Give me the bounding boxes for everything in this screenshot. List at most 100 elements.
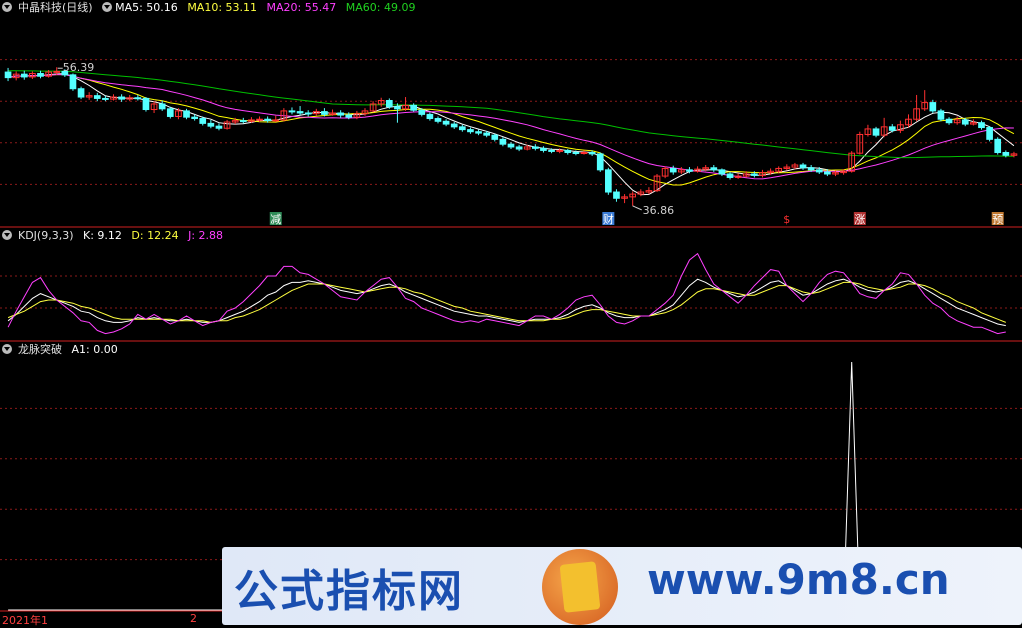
candle-body — [215, 125, 223, 129]
ma20-readout: MA20: 55.47 — [266, 1, 337, 14]
candle-body — [394, 106, 401, 110]
candle-body — [669, 167, 677, 173]
candle-body — [580, 152, 588, 155]
candle-body — [418, 109, 426, 115]
watermark-logo — [542, 549, 618, 625]
candle-body — [442, 120, 450, 125]
candle-body — [458, 126, 466, 131]
ma10-readout: MA10: 53.11 — [187, 1, 258, 14]
candle-body — [556, 149, 564, 152]
candle-body — [937, 110, 945, 120]
candle-body — [207, 122, 215, 127]
candle-body — [1002, 152, 1010, 156]
candle-body — [134, 97, 142, 100]
candle-body — [199, 118, 207, 124]
candle-body — [304, 112, 312, 115]
candle-body — [93, 95, 101, 99]
candle-body — [337, 112, 344, 116]
candle-body — [548, 149, 555, 152]
lm-menu-icon[interactable] — [2, 344, 12, 354]
low-price-label: 36.86 — [643, 204, 675, 217]
candle-body — [540, 147, 547, 151]
candle-body — [239, 120, 247, 123]
candle-body — [426, 113, 434, 120]
candle-body — [718, 169, 726, 175]
indicator-menu-icon[interactable] — [102, 2, 113, 12]
candle-body — [450, 123, 458, 128]
candle-body — [945, 118, 953, 124]
lm-title: 龙脉突破 — [18, 343, 62, 356]
lm-a1-readout: A1: 0.00 — [71, 343, 118, 356]
kdj-k-readout: K: 9.12 — [83, 229, 122, 242]
main-panel-header: 中晶科技(日线) MA5: 50.16 MA10: 53.11 MA20: 55… — [2, 0, 421, 16]
candle-body — [929, 102, 937, 112]
candle-body — [166, 108, 174, 117]
date-label-1: 2021年1 — [2, 614, 48, 627]
ma60-readout: MA60: 49.09 — [345, 1, 416, 14]
candle-body — [118, 96, 125, 100]
kdj-d-readout: D: 12.24 — [131, 229, 179, 242]
watermark-url: www.9m8.cn — [647, 555, 950, 604]
candle-body — [686, 169, 693, 172]
ma5-readout: MA5: 50.16 — [115, 1, 178, 14]
kdj-j-readout: J: 2.88 — [188, 229, 224, 242]
watermark-cn: 公式指标网 — [234, 566, 464, 617]
candle-body — [605, 169, 612, 193]
candle-body — [507, 143, 515, 148]
kdj-panel-header: KDJ(9,3,3) K: 9.12 D: 12.24 J: 2.88 — [2, 228, 229, 244]
event-marker-label: 减 — [270, 213, 281, 226]
candle-body — [888, 126, 896, 131]
candle-body — [475, 131, 482, 134]
candle-body — [345, 114, 353, 118]
candle-body — [191, 116, 198, 120]
candle-body — [434, 118, 442, 122]
candle-body — [256, 118, 263, 121]
candle-body — [961, 119, 969, 125]
date-label-2: 2 — [190, 612, 197, 625]
candle-body — [824, 171, 831, 175]
candle-body — [296, 111, 304, 114]
candle-body — [321, 111, 328, 115]
candle-body — [77, 88, 85, 98]
candle-body — [564, 149, 572, 154]
event-marker-label: 涨 — [854, 213, 865, 226]
panel-menu-icon[interactable] — [2, 2, 12, 12]
low-price-pointer — [632, 205, 642, 211]
candle-body — [710, 167, 718, 171]
candle-body — [264, 118, 271, 122]
candle-body — [53, 70, 61, 73]
kdj-menu-icon[interactable] — [2, 230, 12, 240]
candle-body — [183, 110, 190, 118]
high-price-label: 56.39 — [63, 61, 94, 74]
candle-body — [491, 134, 499, 140]
lm-panel-header: 龙脉突破 A1: 0.00 — [2, 342, 124, 358]
candle-body — [499, 138, 507, 145]
stock-chart[interactable]: 56.39 36.86 减 财 $ 涨 预 — [0, 0, 1022, 627]
candle-body — [515, 146, 523, 150]
candle-body — [588, 152, 596, 155]
kdj-title: KDJ(9,3,3) — [18, 229, 74, 242]
candle-body — [807, 167, 815, 171]
candle-body — [69, 74, 77, 90]
candle-body — [751, 173, 758, 176]
candle-body — [37, 72, 44, 77]
candle-body — [572, 152, 580, 155]
watermark-banner: 公式指标网 www.9m8.cn — [222, 547, 1022, 625]
candle-body — [994, 138, 1002, 154]
candle-body — [467, 129, 474, 133]
candle-body — [531, 146, 539, 149]
candle-body — [872, 128, 880, 136]
candle-body — [158, 103, 166, 110]
candle-body — [142, 97, 150, 111]
candle-body — [726, 173, 734, 178]
candle-body — [815, 169, 823, 173]
candle-body — [978, 122, 985, 129]
candle-body — [410, 104, 417, 111]
candle-body — [288, 110, 296, 113]
candle-body — [596, 153, 604, 171]
candle-body — [385, 100, 393, 108]
event-marker-label: $ — [783, 213, 790, 226]
candle-body — [613, 191, 620, 199]
candle-body — [483, 132, 491, 136]
candle-body — [102, 97, 109, 100]
